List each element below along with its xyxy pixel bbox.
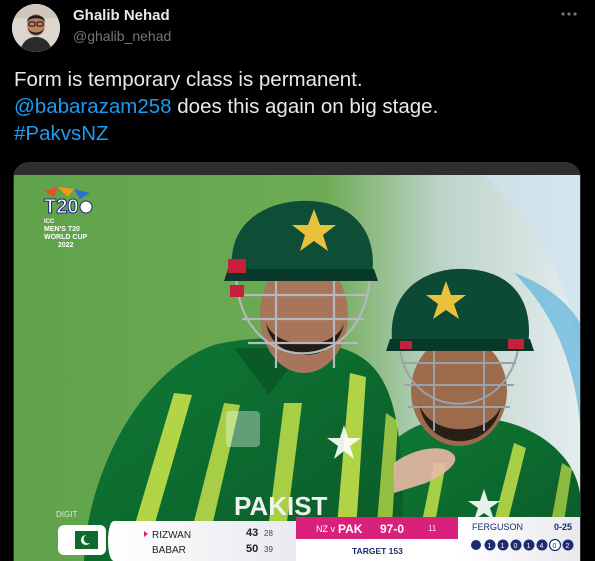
- bowler-name: FERGUSON: [472, 522, 523, 532]
- scoreboard: RIZWAN 43 28 BABAR 50 39 NZ v PAK 97-0 1…: [58, 517, 580, 561]
- ball-icon: [471, 540, 481, 550]
- tweet-card: Ghalib Nehad @ghalib_nehad Form is tempo…: [0, 0, 595, 561]
- tweet-line-2: @babarazam258 does this again on big sta…: [14, 93, 574, 120]
- tweet-media[interactable]: T20 ICC MEN'S T20 WORLD CUP 2022 PAKIST …: [13, 162, 581, 561]
- team-score: 97-0: [380, 522, 404, 536]
- hashtag-link[interactable]: #PakvsNZ: [14, 122, 109, 145]
- batter1-name: RIZWAN: [152, 530, 191, 541]
- author-avatar[interactable]: [12, 4, 60, 52]
- ball-4: 1: [527, 543, 531, 550]
- digital-watermark: DIGIT: [56, 510, 77, 519]
- batter2-name: BABAR: [152, 545, 186, 556]
- match-label: NZ v: [316, 524, 335, 534]
- shirt-text: PAKIST: [234, 491, 328, 521]
- logo-line4: 2022: [58, 242, 74, 249]
- author-handle[interactable]: @ghalib_nehad: [73, 28, 171, 44]
- ball-3: 0: [514, 543, 518, 550]
- tweet-line-1: Form is temporary class is permanent.: [14, 68, 363, 91]
- avatar-image: [12, 4, 60, 52]
- tweet-line-3: #PakvsNZ: [14, 120, 574, 147]
- bowler-figures: 0-25: [554, 522, 572, 532]
- mention-link[interactable]: @babarazam258: [14, 95, 172, 118]
- batter2-runs: 50: [246, 543, 258, 555]
- ball-5: 4: [540, 543, 544, 550]
- media-photo: T20 ICC MEN'S T20 WORLD CUP 2022 PAKIST …: [14, 163, 580, 561]
- more-horizontal-icon: [561, 12, 577, 16]
- more-options-button[interactable]: [559, 4, 579, 24]
- overs: 11: [428, 524, 437, 533]
- team-name: PAK: [338, 522, 363, 536]
- author-name[interactable]: Ghalib Nehad: [73, 7, 170, 24]
- ball-2: 1: [501, 543, 505, 550]
- svg-text:T20: T20: [44, 196, 78, 218]
- tweet-line-2-text: does this again on big stage.: [171, 95, 439, 118]
- logo-line3: WORLD CUP: [44, 234, 87, 241]
- target-label: TARGET 153: [352, 546, 403, 556]
- batter2-balls: 39: [264, 545, 273, 554]
- ball-7: 2: [566, 543, 570, 550]
- logo-line2: MEN'S T20: [44, 226, 80, 233]
- batter1-runs: 43: [246, 527, 258, 539]
- logo-line1: ICC: [44, 219, 55, 225]
- ball-1: 1: [488, 543, 492, 550]
- tweet-text: Form is temporary class is permanent. @b…: [14, 66, 574, 147]
- ball-6: 0: [553, 543, 557, 550]
- batter1-balls: 28: [264, 529, 273, 538]
